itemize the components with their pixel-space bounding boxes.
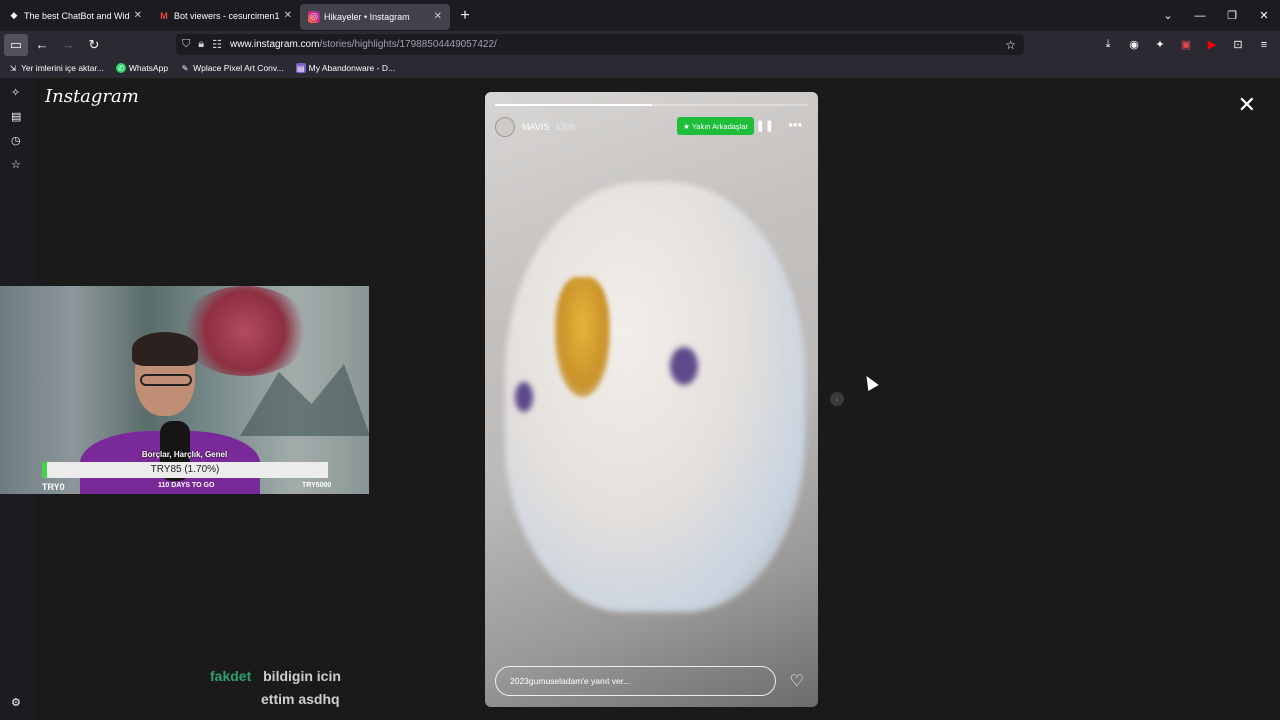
- story-image-beak: [555, 277, 610, 397]
- window-controls: ⌄ — ❐ ✕: [1152, 0, 1280, 31]
- bookmarks-icon[interactable]: ☆: [11, 158, 21, 171]
- story-username[interactable]: MAVIS: [522, 122, 549, 132]
- reload-icon[interactable]: ↻: [82, 34, 106, 56]
- url-bar[interactable]: ⛉ 🔒︎ ☷ www.instagram.com/stories/highlig…: [176, 34, 1024, 55]
- tab-gmail[interactable]: M Bot viewers - cesurcimen17@g ✕: [150, 0, 300, 31]
- permissions-icon[interactable]: ☷: [212, 38, 222, 51]
- more-options-icon[interactable]: •••: [788, 117, 802, 132]
- heart-icon[interactable]: ♡: [790, 671, 804, 691]
- reply-placeholder: 2023gumuseladam'e yanıt ver...: [510, 676, 631, 686]
- forward-icon[interactable]: →: [56, 34, 80, 56]
- bookmark-label: Wplace Pixel Art Conv...: [193, 63, 284, 73]
- import-icon: ⇲: [9, 63, 17, 73]
- history-icon[interactable]: ◷: [11, 134, 21, 147]
- story-image-spot: [515, 382, 533, 412]
- bookmark-label: My Abandonware - D...: [308, 63, 396, 73]
- close-tab-icon[interactable]: ✕: [134, 10, 142, 21]
- donation-max-label: TRY5000: [302, 482, 332, 489]
- shield-icon[interactable]: ⛉: [182, 38, 190, 51]
- bookmark-whatsapp[interactable]: ✆ WhatsApp: [115, 63, 169, 73]
- restore-icon[interactable]: ❐: [1216, 9, 1248, 22]
- avatar[interactable]: [495, 117, 515, 137]
- sidebar-toggle-icon[interactable]: ▭: [4, 33, 28, 56]
- instagram-icon: ◎: [308, 10, 320, 23]
- bookmark-label: WhatsApp: [128, 63, 169, 73]
- diamond-icon: ◆: [10, 10, 18, 20]
- screenshot-icon[interactable]: ⊡: [1228, 38, 1248, 51]
- extensions-icon[interactable]: ✦: [1150, 38, 1170, 51]
- story-progress-fill: [495, 104, 652, 106]
- bookmark-abandonware[interactable]: ▤ My Abandonware - D...: [295, 63, 396, 73]
- gmail-icon: M: [160, 10, 168, 21]
- bookmark-wplace[interactable]: ✎ Wplace Pixel Art Conv...: [180, 63, 284, 73]
- bookmark-import[interactable]: ⇲ Yer imlerini içe aktar...: [8, 63, 104, 73]
- close-tab-icon[interactable]: ✕: [434, 11, 442, 22]
- chat-text-line2: ettim asdhq: [261, 691, 340, 707]
- list-all-tabs-icon[interactable]: ⌄: [1152, 9, 1184, 22]
- download-icon[interactable]: ⤓: [1098, 38, 1118, 51]
- next-story-icon[interactable]: ›: [830, 392, 844, 406]
- close-icon[interactable]: ✕: [1238, 92, 1256, 118]
- youtube-icon[interactable]: ▶: [1202, 38, 1222, 51]
- close-friends-label: Yakın Arkadaşlar: [691, 121, 748, 131]
- chat-username: fakdet: [210, 668, 252, 684]
- story-viewer[interactable]: MAVIS 130h ★ Yakın Arkadaşlar ❚❚ ••• 202…: [485, 92, 818, 707]
- chat-text-line1: bildigin icin: [263, 668, 341, 684]
- bookmark-star-icon[interactable]: ☆: [1005, 38, 1016, 52]
- reply-input[interactable]: 2023gumuseladam'e yanıt ver...: [495, 666, 776, 696]
- tab-chatbot[interactable]: ◆ The best ChatBot and Widgets ✕: [0, 0, 150, 31]
- tab-bar: ◆ The best ChatBot and Widgets ✕ M Bot v…: [0, 0, 1280, 31]
- settings-icon[interactable]: ⚙: [11, 696, 21, 709]
- back-icon[interactable]: ←: [30, 34, 54, 56]
- nav-bar: ▭ ← → ↻ ⛉ 🔒︎ ☷ www.instagram.com/stories…: [0, 31, 1280, 58]
- menu-icon[interactable]: ≡: [1254, 39, 1274, 51]
- donation-days-label: 110 DAYS TO GO: [158, 482, 215, 489]
- story-header: MAVIS 130h ★ Yakın Arkadaşlar ❚❚ •••: [495, 117, 808, 137]
- pause-icon[interactable]: ❚❚: [756, 119, 774, 132]
- minimize-icon[interactable]: —: [1184, 10, 1216, 22]
- tab-instagram[interactable]: ◎ Hikayeler • Instagram ✕: [300, 3, 450, 30]
- account-icon[interactable]: ◉: [1124, 38, 1144, 51]
- ai-chatbot-icon[interactable]: ✧: [11, 86, 20, 99]
- donation-value: TRY85 (1.70%): [150, 464, 220, 475]
- story-image-spot: [670, 347, 698, 385]
- streamer-hair: [132, 332, 198, 366]
- streamer-glasses: [140, 374, 192, 386]
- bookmarks-bar: ⇲ Yer imlerini içe aktar... ✆ WhatsApp ✎…: [0, 58, 1280, 78]
- synced-tabs-icon[interactable]: ▤: [11, 110, 21, 123]
- extension-badge-icon[interactable]: ▣: [1176, 38, 1196, 51]
- instagram-logo[interactable]: Instagram: [45, 86, 139, 107]
- chat-message: fakdet bildigin icin: [210, 668, 341, 684]
- pencil-icon: ✎: [181, 63, 189, 73]
- tab-label: Hikayeler • Instagram: [324, 11, 410, 22]
- story-image-bird: [505, 182, 805, 612]
- close-tab-icon[interactable]: ✕: [284, 10, 292, 21]
- bookmark-label: Yer imlerini içe aktar...: [21, 63, 104, 73]
- tab-label: The best ChatBot and Widgets: [24, 10, 130, 21]
- webcam-overlay: Borçlar, Harçlık, Genel TRY85 (1.70%) TR…: [0, 286, 369, 494]
- new-tab-button[interactable]: +: [450, 7, 480, 25]
- whatsapp-icon: ✆: [115, 63, 126, 73]
- donation-progress-bar: TRY85 (1.70%): [42, 462, 328, 478]
- url-text: www.instagram.com/stories/highlights/179…: [230, 39, 497, 50]
- donation-min-label: TRY0: [42, 482, 65, 492]
- story-progress-bar: [495, 104, 808, 106]
- story-time: 130h: [555, 122, 576, 132]
- tab-label: Bot viewers - cesurcimen17@g: [174, 10, 280, 21]
- abandonware-icon: ▤: [295, 63, 306, 73]
- close-friends-badge: ★ Yakın Arkadaşlar: [677, 117, 754, 135]
- toolbar-right: ⤓ ◉ ✦ ▣ ▶ ⊡ ≡: [1098, 31, 1274, 58]
- star-icon: ★: [683, 121, 690, 131]
- donation-goal-title: Borçlar, Harçlık, Genel: [141, 450, 228, 459]
- close-window-icon[interactable]: ✕: [1248, 9, 1280, 22]
- url-path: /stories/highlights/17988504449057422/: [319, 39, 497, 50]
- lock-icon[interactable]: 🔒︎: [198, 38, 204, 51]
- url-domain: www.instagram.com: [229, 39, 320, 50]
